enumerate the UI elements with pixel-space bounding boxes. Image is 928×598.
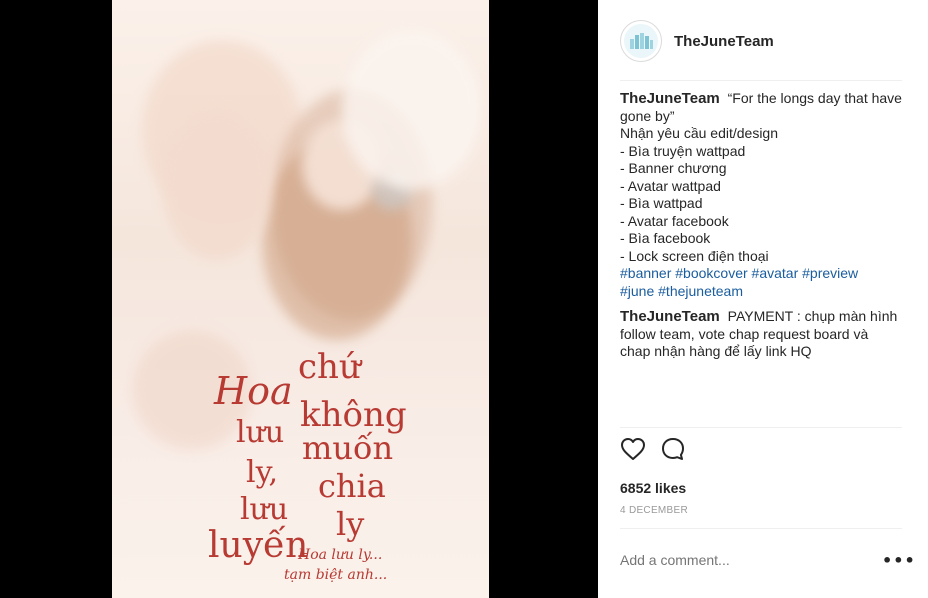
poster-title-right-2: không [300, 395, 407, 435]
poster-title-left-2: lưu [236, 415, 285, 450]
comments-section: TheJuneTeam “For the longs day that have… [620, 90, 902, 361]
poster-subtitle-1: Hoa lưu ly... [298, 547, 383, 563]
caption-username[interactable]: TheJuneTeam [620, 90, 720, 107]
avatar-logo-icon [624, 24, 658, 58]
caption-line-9: - Lock screen điện thoại [620, 247, 769, 264]
post-header: TheJuneTeam [620, 20, 902, 80]
post-date[interactable]: 4 DECEMBER [620, 505, 688, 516]
poster-title-right-3: muốn [302, 429, 394, 467]
comment-divider [620, 528, 902, 529]
caption-line-5: - Avatar wattpad [620, 177, 721, 194]
poster-title-left-3: ly, [246, 455, 279, 490]
caption-comment: TheJuneTeam “For the longs day that have… [620, 90, 902, 300]
header-username[interactable]: TheJuneTeam [674, 33, 774, 50]
hashtags-line-2[interactable]: #june #thejuneteam [620, 283, 743, 299]
add-comment-input[interactable] [620, 552, 882, 568]
header-divider [620, 80, 902, 81]
poster-title-left-4: lưu [240, 492, 289, 527]
poster-subtitle-2: tạm biệt anh... [284, 567, 388, 583]
caption-line-8: - Bìa facebook [620, 230, 711, 246]
actions-divider [620, 427, 902, 428]
like-count[interactable]: 6852 likes [620, 480, 686, 496]
caption-line-3: - Bìa truyện wattpad [620, 142, 746, 159]
poster-title-right-5: ly [336, 505, 365, 543]
poster-title-right-1: chứ [298, 347, 361, 387]
poster-title-left-5: luyến [208, 525, 309, 566]
post-image[interactable]: Hoa lưu ly, lưu luyến chứ không muốn chi… [112, 0, 489, 598]
heart-outline-icon[interactable] [620, 437, 646, 465]
caption-line-7: - Avatar facebook [620, 212, 729, 229]
second-comment: TheJuneTeam PAYMENT : chụp màn hình foll… [620, 308, 902, 361]
caption-line-4: - Banner chương [620, 160, 727, 176]
poster-title-left-1: Hoa [214, 369, 293, 413]
poster-title-right-4: chia [318, 467, 386, 505]
avatar[interactable] [620, 20, 662, 62]
post-side-panel: TheJuneTeam TheJuneTeam “For the longs d… [598, 0, 928, 598]
more-options-button[interactable]: ••• [882, 551, 916, 570]
caption-line-2: Nhận yêu cầu edit/design [620, 125, 778, 141]
action-bar [620, 437, 686, 465]
speech-bubble-icon[interactable] [660, 437, 686, 465]
instagram-post-viewer: Hoa lưu ly, lưu luyến chứ không muốn chi… [0, 0, 928, 598]
second-comment-username[interactable]: TheJuneTeam [620, 308, 720, 325]
hashtags-line-1[interactable]: #banner #bookcover #avatar #preview [620, 265, 858, 281]
caption-line-6: - Bìa wattpad [620, 195, 703, 211]
